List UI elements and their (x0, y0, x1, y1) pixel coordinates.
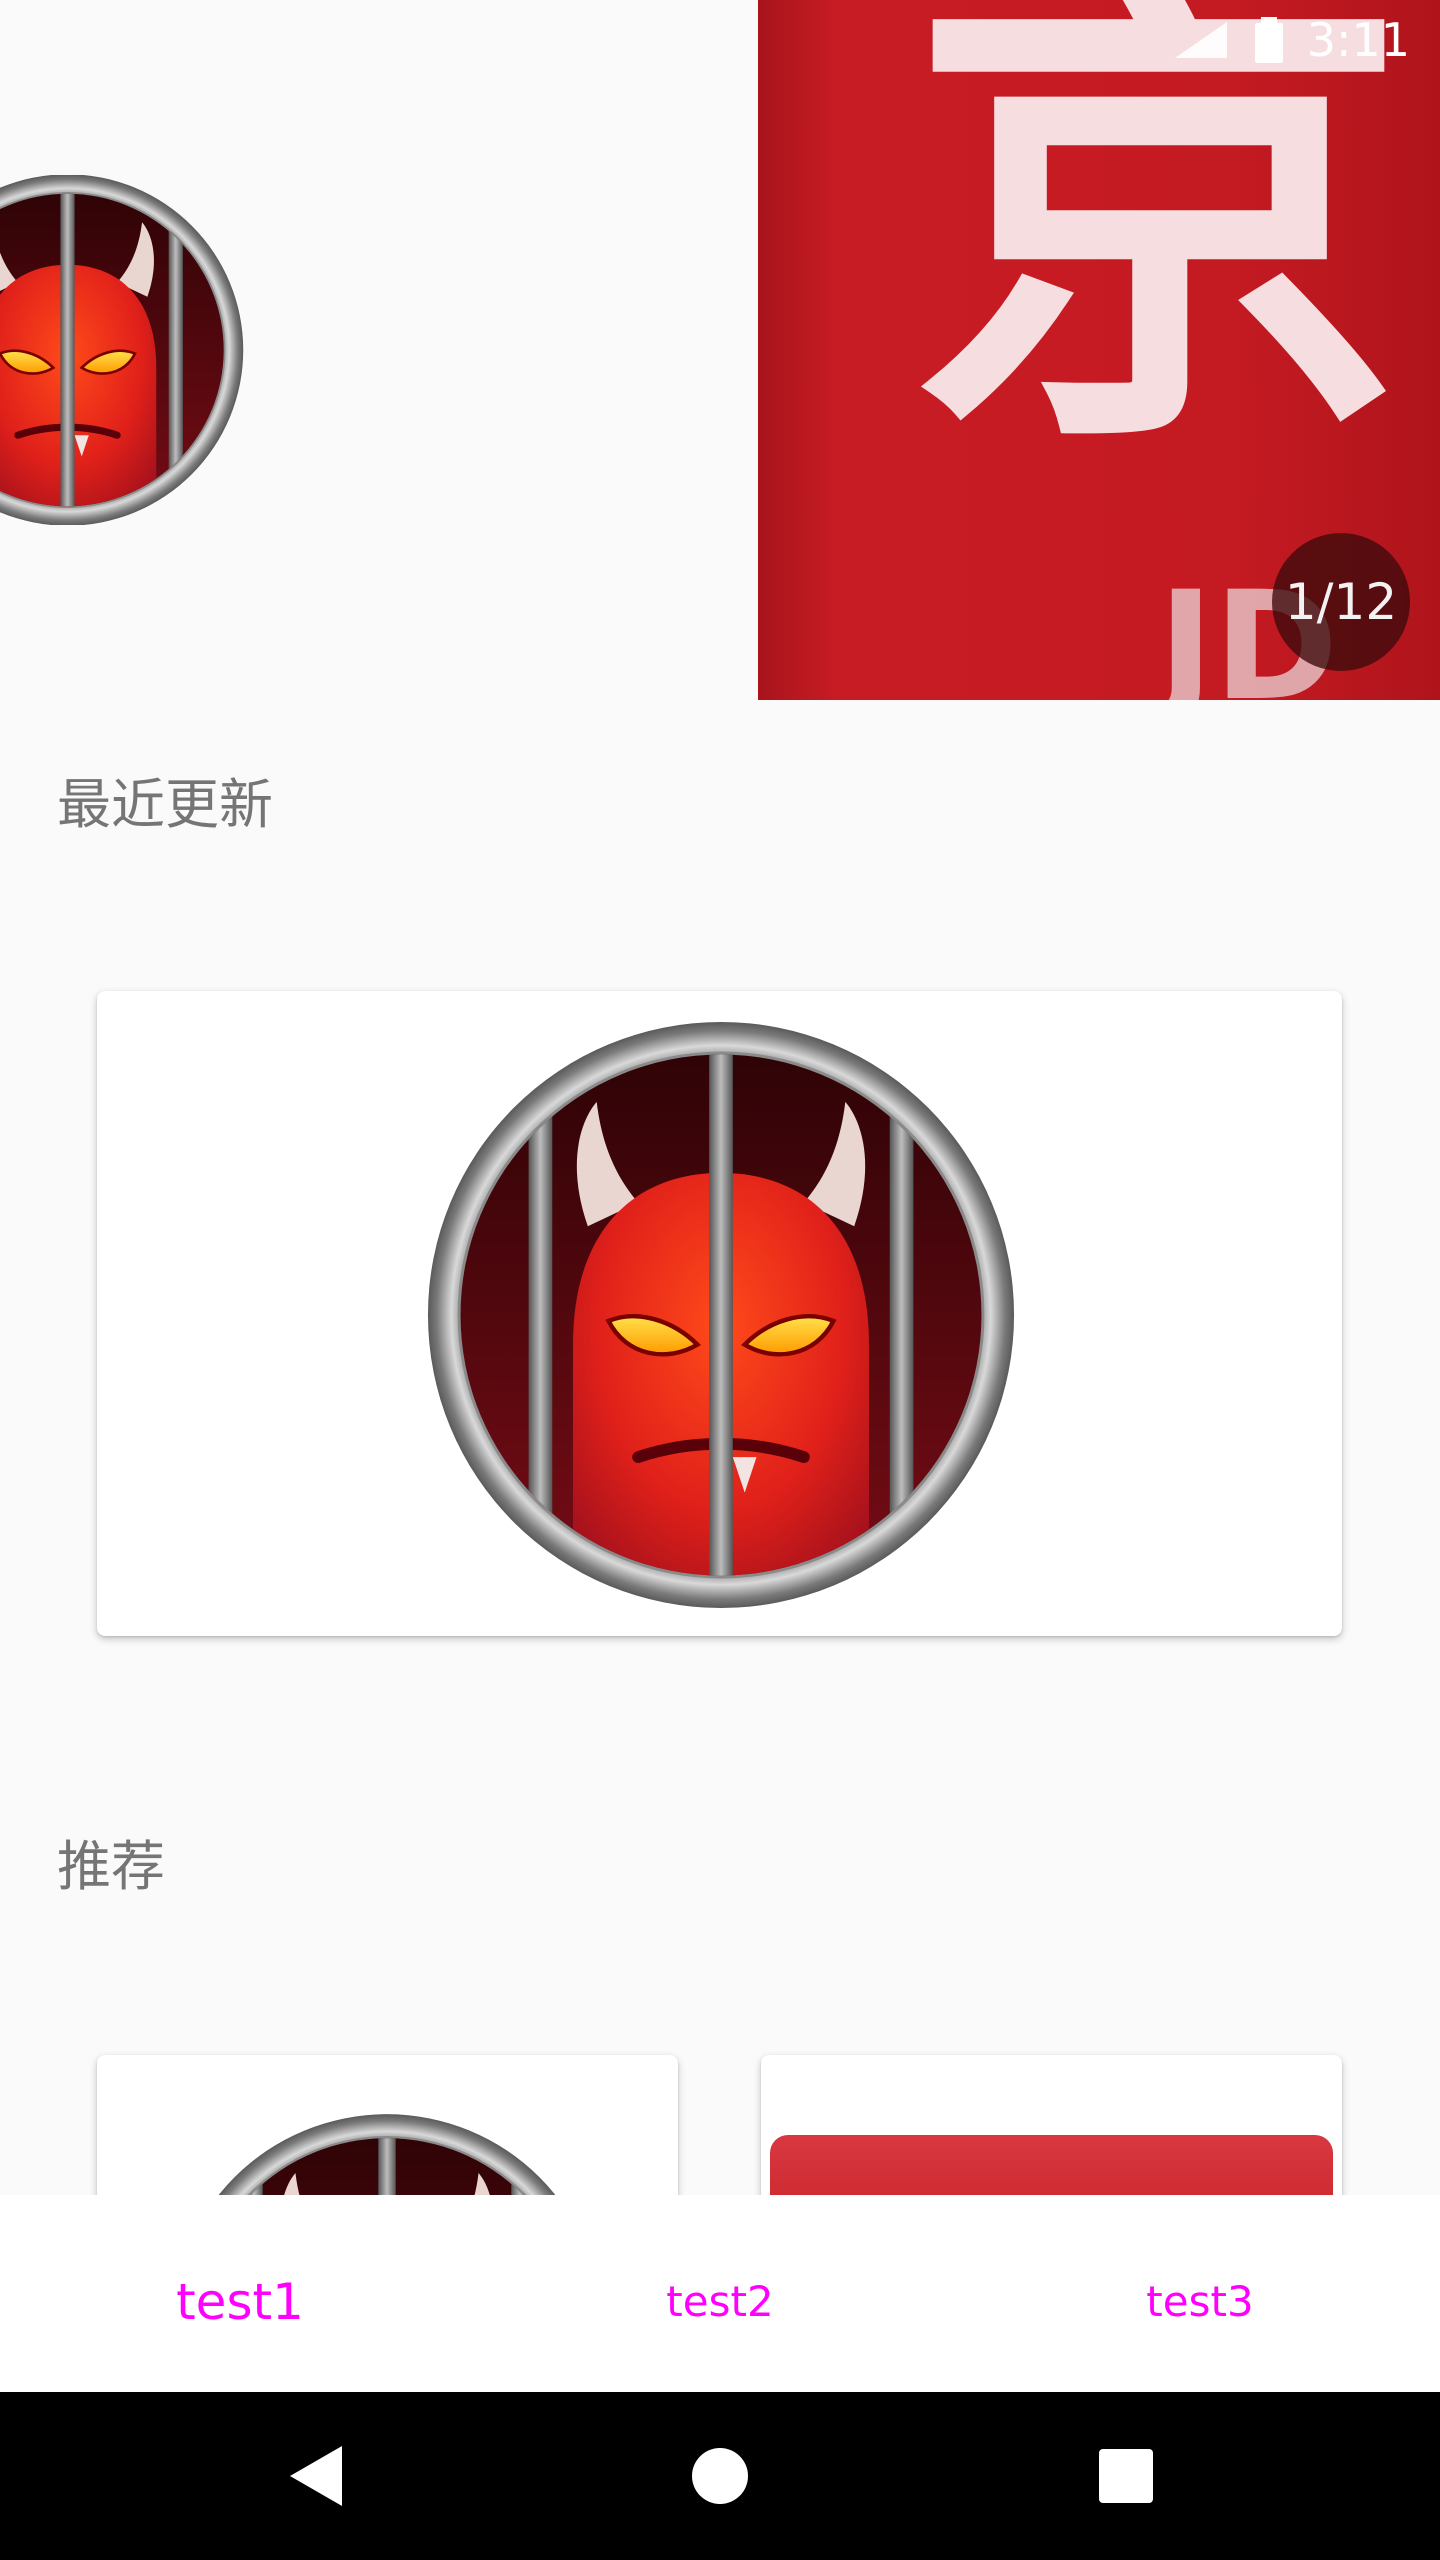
back-button[interactable] (236, 2392, 396, 2560)
nav-tab-label: test3 (1146, 2277, 1254, 2326)
home-circle-icon (692, 2448, 748, 2504)
battery-icon (1254, 17, 1283, 63)
devil-jail-icon (0, 175, 245, 525)
nav-tab-test3[interactable]: test3 (960, 2195, 1440, 2392)
bottom-navigation: test1 test2 test3 (0, 2195, 1440, 2392)
nav-tab-label: test1 (176, 2272, 304, 2331)
back-triangle-icon (290, 2446, 342, 2506)
nav-tab-test1[interactable]: test1 (0, 2195, 480, 2392)
recent-card[interactable] (97, 991, 1342, 1636)
banner-prev-image[interactable] (0, 175, 245, 525)
nav-tab-label: test2 (666, 2277, 774, 2326)
recents-button[interactable] (1046, 2392, 1206, 2560)
devil-jail-icon (425, 1019, 1017, 1611)
section-title-recent: 最近更新 (57, 773, 273, 836)
app-screen: 京 JD 1/12 3:11 最近更新 推荐 test1 test2 test3 (0, 0, 1440, 2560)
home-button[interactable] (640, 2392, 800, 2560)
status-time: 3:11 (1306, 13, 1410, 67)
banner-carousel[interactable]: 京 JD 1/12 3:11 (0, 0, 1440, 700)
section-title-recommend: 推荐 (57, 1835, 165, 1898)
status-bar: 3:11 (1171, 10, 1410, 70)
recents-square-icon (1099, 2449, 1153, 2503)
signal-icon (1174, 22, 1227, 58)
nav-tab-test2[interactable]: test2 (480, 2195, 960, 2392)
banner-page-counter: 1/12 (1272, 533, 1410, 671)
system-navigation-bar (0, 2392, 1440, 2560)
